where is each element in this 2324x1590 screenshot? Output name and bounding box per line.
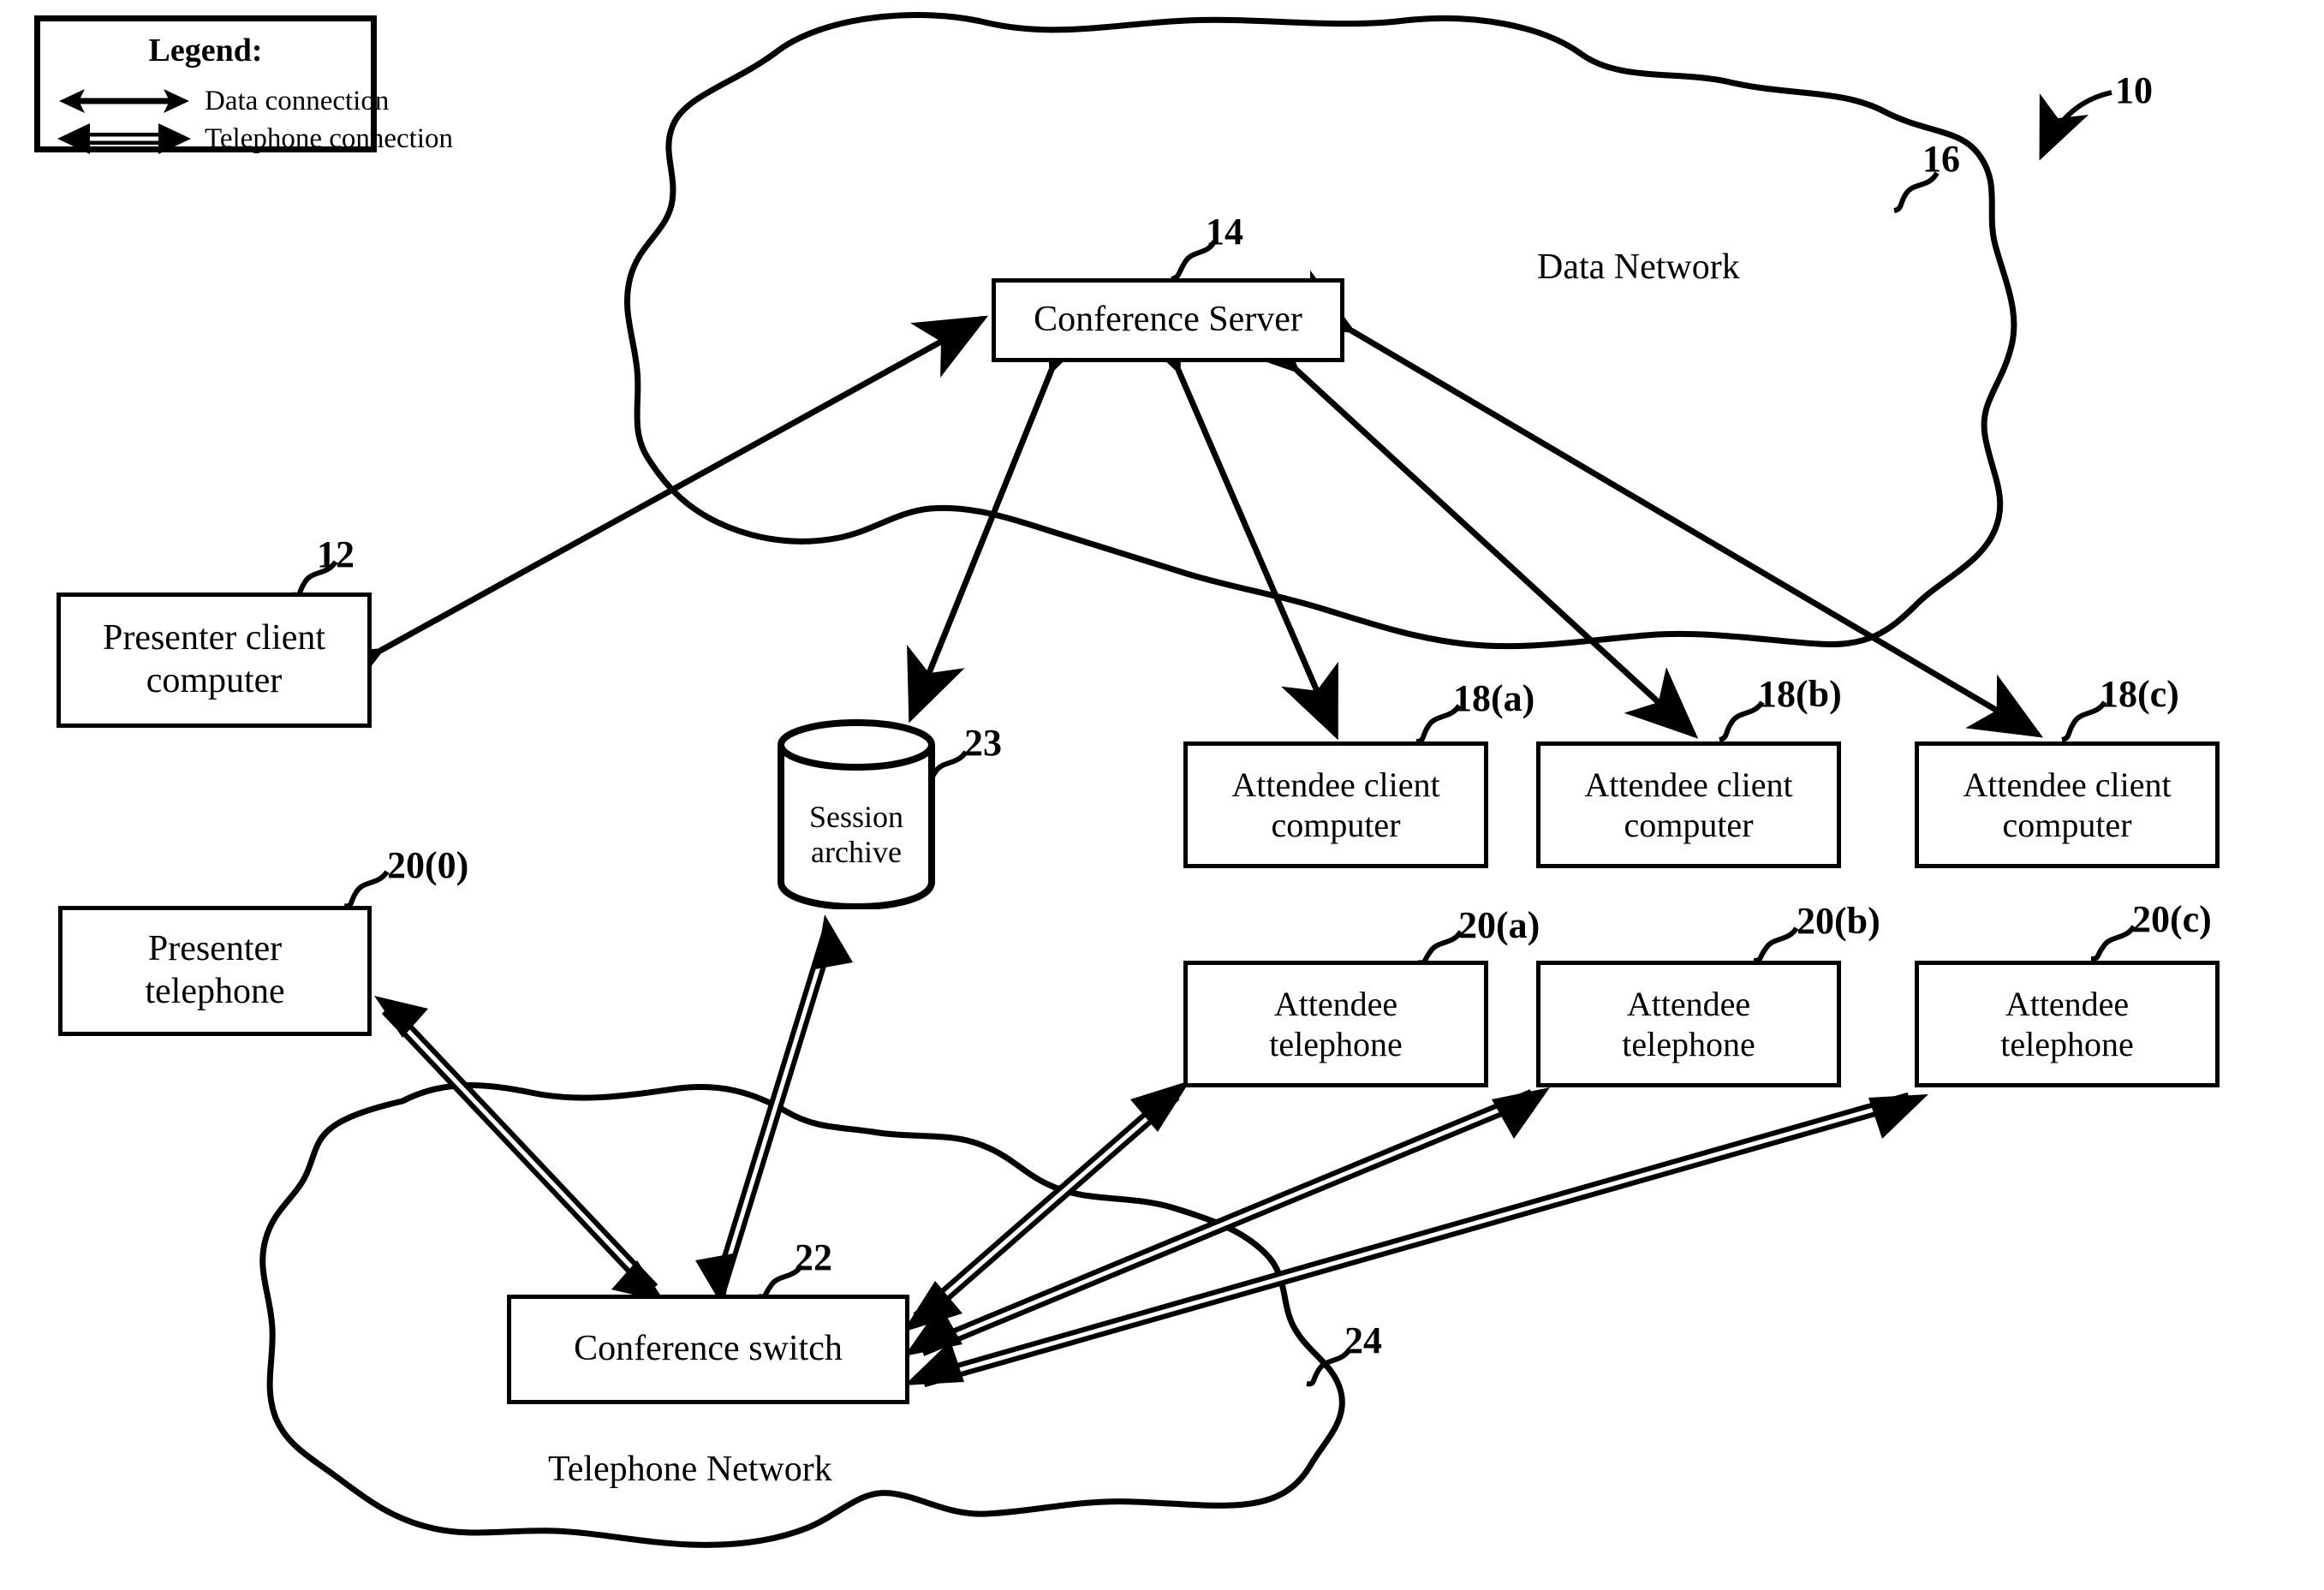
- node-attendee-client-computer-a[interactable]: Attendee client computer: [1183, 741, 1488, 868]
- data-connection-arrow-icon: [56, 84, 193, 118]
- lead-line-10: [2039, 90, 2112, 161]
- reference-numeral-12: 12: [317, 533, 355, 575]
- node-attendee-client-computer-b[interactable]: Attendee client computer: [1536, 741, 1841, 868]
- lead-line-20-0: [343, 870, 390, 909]
- node-label: Attendee client computer: [1584, 765, 1793, 844]
- node-session-archive[interactable]: Session archive: [775, 718, 938, 909]
- lead-line-20c: [2090, 925, 2136, 962]
- node-label: Attendee client computer: [1963, 765, 2172, 844]
- telephone-connection-arrow-icon: [56, 122, 193, 156]
- link-conference-server-to-attendee-client-c: [1278, 270, 2044, 738]
- legend-item-telephone-connection: Telephone connection: [56, 119, 453, 158]
- link-presenter-telephone-to-conference-switch: [374, 996, 665, 1302]
- node-label: Conference switch: [574, 1329, 843, 1369]
- node-label: Presenter client computer: [102, 618, 326, 700]
- node-presenter-telephone[interactable]: Presenter telephone: [58, 906, 372, 1036]
- link-presenter-client-to-conference-server: [307, 315, 989, 711]
- legend-title: Legend:: [148, 33, 263, 68]
- reference-numeral-20b: 20(b): [1797, 900, 1880, 942]
- reference-numeral-23: 23: [964, 722, 1002, 764]
- data-network-label: Data Network: [1537, 247, 1740, 287]
- telephone-network-label: Telephone Network: [548, 1450, 832, 1489]
- link-conference-server-to-attendee-client-a: [1123, 296, 1339, 741]
- node-label: Attendee telephone: [1622, 984, 1755, 1063]
- node-attendee-telephone-b[interactable]: Attendee telephone: [1536, 961, 1841, 1087]
- node-attendee-telephone-c[interactable]: Attendee telephone: [1915, 961, 2220, 1087]
- lead-line-20a: [1417, 930, 1463, 966]
- legend-item-label: Telephone connection: [205, 122, 453, 154]
- patent-figure-canvas: Legend: Data connection Telephone connec…: [0, 0, 2324, 1590]
- node-label: Attendee client computer: [1231, 765, 1440, 844]
- lead-line-20b: [1753, 926, 1799, 963]
- node-label: Session archive: [808, 800, 904, 870]
- reference-numeral-24: 24: [1344, 1319, 1382, 1361]
- lead-line-18b: [1719, 700, 1765, 742]
- reference-numeral-18a: 18(a): [1453, 677, 1535, 719]
- node-label: Conference Server: [1034, 300, 1302, 340]
- link-conference-server-to-session-archive: [907, 296, 1105, 724]
- node-label: Attendee telephone: [2000, 984, 2134, 1063]
- reference-numeral-18c: 18(c): [2100, 673, 2179, 715]
- node-conference-server[interactable]: Conference Server: [992, 278, 1344, 362]
- reference-numeral-10: 10: [2115, 69, 2153, 111]
- reference-numeral-18b: 18(b): [1758, 673, 1842, 715]
- lead-line-18c: [2061, 700, 2107, 742]
- node-conference-switch[interactable]: Conference switch: [507, 1295, 909, 1404]
- reference-numeral-20c: 20(c): [2132, 898, 2212, 940]
- legend-item-label: Data connection: [205, 85, 390, 116]
- node-attendee-telephone-a[interactable]: Attendee telephone: [1183, 961, 1488, 1087]
- reference-numeral-20a: 20(a): [1458, 904, 1540, 946]
- reference-numeral-20-0: 20(0): [387, 844, 469, 886]
- node-label: Attendee telephone: [1269, 984, 1403, 1063]
- node-presenter-client-computer[interactable]: Presenter client computer: [57, 593, 372, 728]
- node-label: Presenter telephone: [145, 929, 285, 1011]
- reference-numeral-16: 16: [1922, 138, 1960, 180]
- node-attendee-client-computer-c[interactable]: Attendee client computer: [1915, 741, 2220, 868]
- reference-numeral-14: 14: [1206, 211, 1243, 253]
- legend-item-data-connection: Data connection: [56, 81, 389, 121]
- reference-numeral-22: 22: [795, 1236, 832, 1278]
- legend-box: Legend: Data connection Telephone connec…: [34, 15, 453, 154]
